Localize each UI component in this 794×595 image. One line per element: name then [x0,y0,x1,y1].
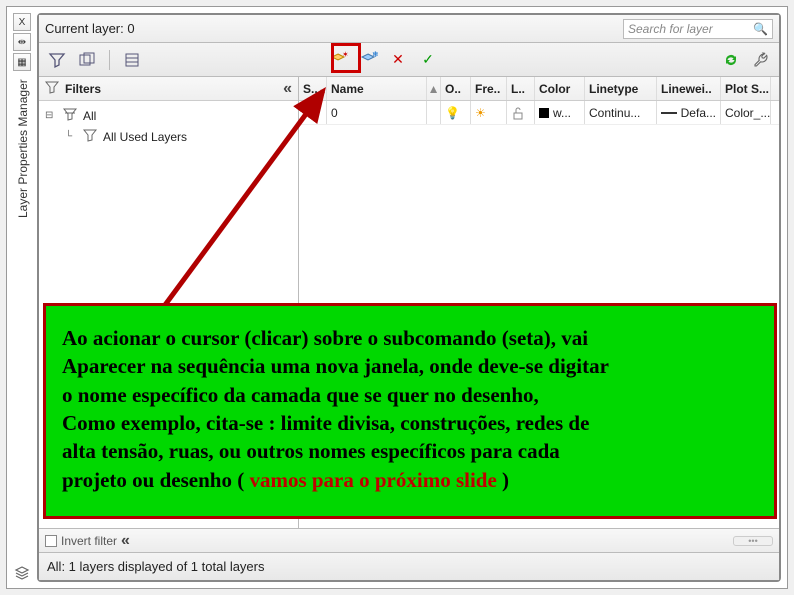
invert-filter-bar: Invert filter « [39,528,779,552]
bulb-on-icon[interactable]: 💡 [441,101,471,124]
annotation-line: Como exemplo, cita-se : limite divisa, c… [62,411,589,435]
unlock-icon[interactable] [507,101,535,124]
dock-strip: X ⇹ ▦ Layer Properties Manager [13,13,33,582]
invert-filter-label: Invert filter [61,534,117,548]
annotation-emphasis: vamos para o próximo slide [249,468,496,492]
layer-row[interactable]: ✓ 0 💡 ☀ w... Continu... Defa... Color_..… [299,101,779,125]
filter-tree-item-used[interactable]: └ All Used Layers [45,126,292,147]
search-icon: 🔍 [753,22,768,36]
autohide-button[interactable]: ⇹ [13,33,31,51]
search-placeholder: Search for layer [628,22,747,36]
annotation-line: alta tensão, ruas, ou outros nomes espec… [62,439,560,463]
grid-header: S.. Name ▲ O.. Fre.. L.. Color Linetype … [299,77,779,101]
status-bar: All: 1 layers displayed of 1 total layer… [39,552,779,580]
svg-text:❄: ❄ [372,50,379,59]
col-status[interactable]: S.. [299,77,327,100]
col-lock[interactable]: L.. [507,77,535,100]
filter-tree-item-all[interactable]: ⊟ All [45,105,292,126]
col-lineweight[interactable]: Linewei.. [657,77,721,100]
cell-color[interactable]: w... [535,101,585,124]
sort-asc-icon[interactable]: ▲ [427,77,441,100]
annotation-line: Ao acionar o cursor (clicar) sobre o sub… [62,326,588,350]
tree-branch-icon: └ [65,131,79,142]
annotation-line: projeto ou desenho ( [62,468,249,492]
layers-stack-icon [13,564,31,582]
col-linetype[interactable]: Linetype [585,77,657,100]
new-group-filter-button[interactable] [75,48,99,72]
current-layer-label: Current layer: 0 [45,21,619,36]
annotation-callout: Ao acionar o cursor (clicar) sobre o sub… [43,303,777,519]
cell-lineweight[interactable]: Defa... [657,101,721,124]
panel-topbar: Current layer: 0 Search for layer 🔍 [39,15,779,43]
sun-icon[interactable]: ☀ [471,101,507,124]
new-property-filter-button[interactable] [45,48,69,72]
collapse-filters-button[interactable]: « [283,80,292,98]
search-input[interactable]: Search for layer 🔍 [623,19,773,39]
annotation-line: Aparecer na sequência uma nova janela, o… [62,354,609,378]
filter-icon [45,80,59,97]
col-name[interactable]: Name [327,77,427,100]
status-text: All: 1 layers displayed of 1 total layer… [47,559,265,574]
col-on[interactable]: O.. [441,77,471,100]
layer-states-button[interactable] [120,48,144,72]
settings-button[interactable] [749,48,773,72]
invert-filter-checkbox[interactable] [45,535,57,547]
col-color[interactable]: Color [535,77,585,100]
lineweight-preview-icon [661,112,677,114]
refresh-button[interactable] [719,48,743,72]
toolbar: ✶ ❄ ✕ ✓ [39,43,779,77]
annotation-line: o nome específico da camada que se quer … [62,383,539,407]
filter-label: All Used Layers [103,130,187,144]
filter-used-icon [83,128,99,145]
annotation-line: ) [497,468,509,492]
filter-tree: ⊟ All └ All Used Layers [39,101,298,151]
collapse-button[interactable]: « [121,532,130,550]
dock-menu-button[interactable]: ▦ [13,53,31,71]
splitter-handle[interactable] [733,536,773,546]
color-swatch [539,108,549,118]
cell-plotstyle[interactable]: Color_... [721,101,771,124]
filter-all-icon [63,107,79,124]
col-freeze[interactable]: Fre.. [471,77,507,100]
svg-text:✶: ✶ [342,50,349,59]
cell-linetype[interactable]: Continu... [585,101,657,124]
filter-label: All [83,109,96,123]
filters-heading: Filters [65,82,277,96]
panel-title: Layer Properties Manager [13,73,33,562]
cell-status: ✓ [299,101,327,124]
new-layer-button[interactable]: ✶ [326,48,350,72]
cell-name[interactable]: 0 [327,101,427,124]
tree-expand-icon[interactable]: ⊟ [45,110,59,121]
close-button[interactable]: X [13,13,31,31]
set-current-button[interactable]: ✓ [416,48,440,72]
delete-layer-button[interactable]: ✕ [386,48,410,72]
new-layer-freeze-button[interactable]: ❄ [356,48,380,72]
col-plotstyle[interactable]: Plot S... [721,77,771,100]
